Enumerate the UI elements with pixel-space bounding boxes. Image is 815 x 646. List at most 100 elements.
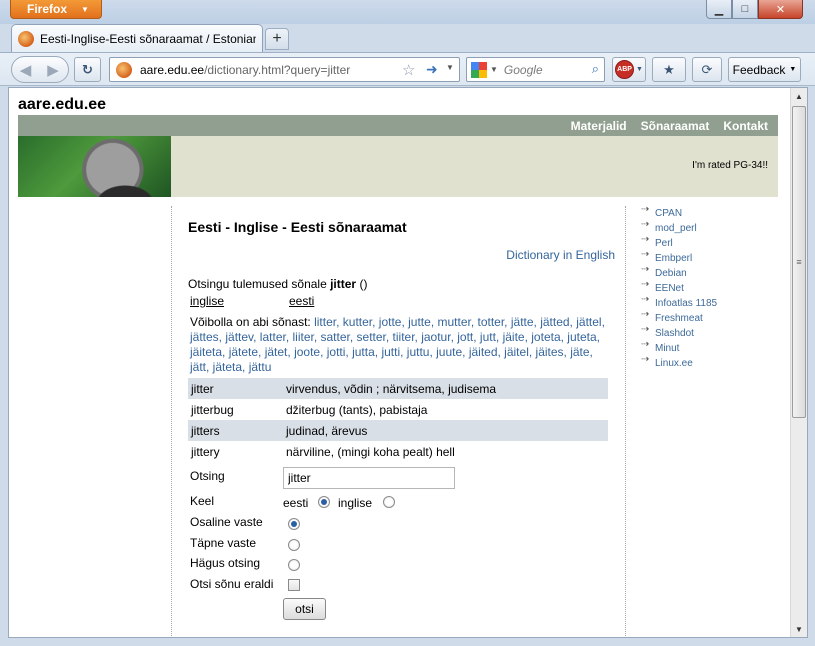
search-placeholder: Google <box>503 62 543 77</box>
result-translation: närviline, (mingi koha pealt) hell <box>286 444 455 459</box>
back-arrow-icon: ◀ <box>19 61 32 79</box>
site-identity-icon <box>116 61 132 78</box>
lang-radio-eesti[interactable] <box>318 496 330 508</box>
sidebar-links: CPAN mod_perl Perl Embperl Debian EENet … <box>641 202 781 371</box>
adblock-plus-icon: ABP <box>615 60 635 79</box>
page-title: Eesti - Inglise - Eesti sõnaraamat <box>188 219 407 235</box>
sync-icon: ⟳ <box>701 61 713 77</box>
dictionary-panel: Eesti - Inglise - Eesti sõnaraamat Dicti… <box>171 206 626 637</box>
go-arrow-icon[interactable]: ➜ <box>426 61 438 78</box>
suggestions-prefix: Võibolla on abi sõnast: <box>190 315 311 329</box>
site-navigation: Materjalid Sõnaraamat Kontakt <box>18 115 778 136</box>
bookmarks-star-icon: ★ <box>663 61 675 77</box>
back-button[interactable]: ◀ <box>12 56 39 83</box>
column-header-inglise[interactable]: inglise <box>190 294 224 308</box>
chevron-down-icon: ▼ <box>636 66 643 73</box>
reload-button[interactable]: ↻ <box>74 57 101 82</box>
url-host: aare.edu.ee <box>140 62 205 77</box>
table-row: jittery närviline, (mingi koha pealt) he… <box>188 441 608 462</box>
maximize-button[interactable]: □ <box>732 0 758 19</box>
fuzzy-search-label: Hägus otsing <box>190 556 261 570</box>
separate-words-label: Otsi sõnu eraldi <box>190 577 274 591</box>
feedback-button[interactable]: Feedback ▼ <box>728 57 801 82</box>
search-input[interactable] <box>283 467 455 489</box>
firefox-menu-button[interactable]: Firefox ▼ <box>10 0 102 19</box>
nav-link-sonaraamat[interactable]: Sõnaraamat <box>641 119 710 133</box>
url-history-dropdown-icon[interactable]: ▼ <box>446 63 454 72</box>
bookmarks-button[interactable]: ★ <box>652 57 686 82</box>
sidebar-link-infoatlas[interactable]: Infoatlas 1185 <box>641 292 781 311</box>
navigation-toolbar: ◀ ▶ ↻ aare.edu.ee/dictionary.html?query=… <box>0 52 815 86</box>
feedback-label: Feedback <box>732 62 786 77</box>
google-engine-icon[interactable] <box>471 61 487 78</box>
query-word: jitter <box>330 277 357 291</box>
banner-text: I'm rated PG-34!! <box>692 160 768 171</box>
window-titlebar: Firefox ▼ ▁ □ ✕ <box>0 0 815 24</box>
english-version-link[interactable]: Dictionary in English <box>506 248 615 262</box>
suggestions: Võibolla on abi sõnast: litter, kutter, … <box>190 315 605 375</box>
search-label: Otsing <box>190 469 225 483</box>
minimize-button[interactable]: ▁ <box>706 0 732 19</box>
sidebar-link-perl[interactable]: Perl <box>641 232 781 251</box>
close-window-button[interactable]: ✕ <box>758 0 803 19</box>
sidebar-link-linux-ee[interactable]: Linux.ee <box>641 352 781 371</box>
table-row: jitter virvendus, võdin ; närvitsema, ju… <box>188 378 608 399</box>
forward-button[interactable]: ▶ <box>39 61 67 79</box>
results-suffix: () <box>359 277 368 291</box>
site-title: aare.edu.ee <box>18 96 107 113</box>
forward-arrow-icon: ▶ <box>47 61 59 79</box>
sidebar-link-embperl[interactable]: Embperl <box>641 247 781 266</box>
sidebar-link-freshmeat[interactable]: Freshmeat <box>641 307 781 326</box>
partial-match-radio[interactable] <box>288 518 300 530</box>
sidebar-link-minut[interactable]: Minut <box>641 337 781 356</box>
search-bar[interactable]: ▼ Google ⌕ <box>466 57 605 82</box>
scroll-down-arrow-icon[interactable]: ▼ <box>791 621 807 637</box>
lang-option-inglise-label: inglise <box>338 496 373 510</box>
table-row: jitters judinad, ärevus <box>188 420 608 441</box>
result-word: jitters <box>191 423 220 438</box>
search-icon[interactable]: ⌕ <box>592 61 599 77</box>
url-path: /dictionary.html?query=jitter <box>204 62 351 77</box>
vertical-scrollbar[interactable]: ▲ ≡ ▼ <box>790 88 807 637</box>
back-forward-group: ◀ ▶ <box>11 56 69 83</box>
scrollbar-thumb[interactable]: ≡ <box>792 106 806 418</box>
nav-link-materjalid[interactable]: Materjalid <box>571 119 627 133</box>
banner-photo <box>18 136 171 197</box>
exact-match-radio[interactable] <box>288 539 300 551</box>
sidebar-link-mod-perl[interactable]: mod_perl <box>641 217 781 236</box>
separate-words-checkbox[interactable] <box>288 579 300 591</box>
result-translation: džiterbug (tants), pabistaja <box>286 402 428 417</box>
fuzzy-search-radio[interactable] <box>288 559 300 571</box>
sync-button[interactable]: ⟳ <box>692 57 722 82</box>
url-bar[interactable]: aare.edu.ee/dictionary.html?query=jitter… <box>109 57 460 82</box>
sidebar-link-slashdot[interactable]: Slashdot <box>641 322 781 341</box>
sidebar-link-debian[interactable]: Debian <box>641 262 781 281</box>
column-header-eesti[interactable]: eesti <box>289 294 314 308</box>
lang-option-eesti-label: eesti <box>283 496 309 510</box>
adblock-plus-button[interactable]: ABP ▼ <box>612 57 646 82</box>
nav-link-kontakt[interactable]: Kontakt <box>723 119 768 133</box>
lang-radio-inglise[interactable] <box>383 496 395 508</box>
scroll-up-arrow-icon[interactable]: ▲ <box>791 88 807 104</box>
tab-bar: Eesti-Inglise-Eesti sõnaraamat / Estonia… <box>0 24 815 52</box>
bookmark-star-icon[interactable]: ☆ <box>402 61 415 79</box>
result-translation: virvendus, võdin ; närvitsema, judisema <box>286 381 497 396</box>
new-tab-button[interactable]: + <box>265 28 289 50</box>
results-heading: Otsingu tulemused sõnale jitter () <box>188 277 367 291</box>
tab-title: Eesti-Inglise-Eesti sõnaraamat / Estonia… <box>40 31 256 46</box>
result-translation: judinad, ärevus <box>286 423 368 438</box>
search-submit-button[interactable]: otsi <box>283 598 326 620</box>
sidebar-link-cpan[interactable]: CPAN <box>641 202 781 221</box>
partial-match-label: Osaline vaste <box>190 515 263 529</box>
reload-icon: ↻ <box>82 61 93 77</box>
sidebar-link-eenet[interactable]: EENet <box>641 277 781 296</box>
tab-dictionary[interactable]: Eesti-Inglise-Eesti sõnaraamat / Estonia… <box>11 24 263 52</box>
chevron-down-icon: ▼ <box>789 66 797 73</box>
page-viewport: aare.edu.ee Materjalid Sõnaraamat Kontak… <box>8 87 808 638</box>
engine-dropdown-icon[interactable]: ▼ <box>490 65 498 74</box>
site-banner: I'm rated PG-34!! <box>18 136 778 197</box>
exact-match-label: Täpne vaste <box>190 536 257 550</box>
results-table: jitter virvendus, võdin ; närvitsema, ju… <box>188 378 608 462</box>
table-row: jitterbug džiterbug (tants), pabistaja <box>188 399 608 420</box>
result-word: jitterbug <box>191 402 234 417</box>
